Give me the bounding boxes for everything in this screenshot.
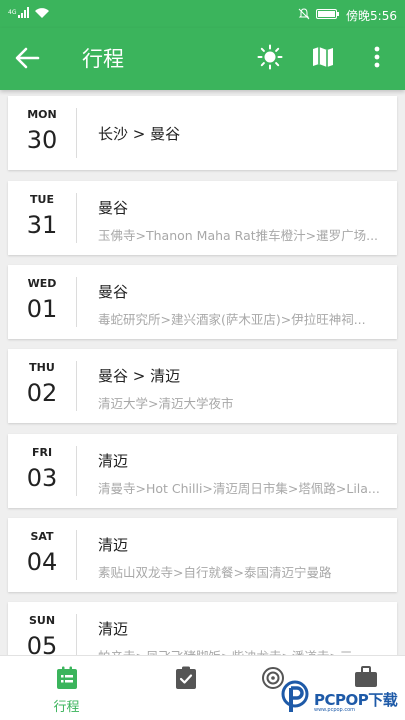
brightness-button[interactable] bbox=[253, 42, 287, 76]
day-card[interactable]: FRI 03 清迈 清曼寺>Hot Chilli>清迈周日市集>塔佩路>Lila… bbox=[8, 434, 397, 508]
date-block: THU 02 bbox=[8, 349, 76, 423]
date-block: TUE 31 bbox=[8, 181, 76, 255]
route-detail: 清迈大学>清迈大学夜市 bbox=[98, 396, 234, 411]
status-right: 傍晚5:56 bbox=[298, 7, 397, 24]
itinerary-list[interactable]: MON 30 长沙 > 曼谷 TUE 31 曼谷 玉佛寺>Thanon Maha… bbox=[0, 90, 405, 655]
more-button[interactable] bbox=[360, 42, 394, 76]
divider bbox=[76, 277, 77, 327]
day-number: 05 bbox=[26, 632, 58, 655]
day-number: 31 bbox=[26, 211, 58, 239]
mute-icon bbox=[298, 8, 310, 23]
route-detail: 毒蛇研究所>建兴酒家(萨木亚店)>伊拉旺神祠... bbox=[98, 312, 366, 327]
route-title: 曼谷 bbox=[98, 283, 129, 301]
route-title: 曼谷 bbox=[98, 199, 129, 217]
watermark-logo: PCPOP下载 www.pcpop.com bbox=[280, 680, 405, 718]
nav-item-checklist[interactable] bbox=[135, 656, 236, 720]
page-title: 行程 bbox=[82, 47, 124, 71]
divider bbox=[76, 193, 77, 243]
weekday: TUE bbox=[30, 193, 54, 206]
status-time: 傍晚5:56 bbox=[346, 9, 397, 23]
date-block: MON 30 bbox=[8, 96, 76, 170]
day-number: 01 bbox=[26, 295, 58, 323]
date-block: SAT 04 bbox=[8, 518, 76, 592]
route-title: 清迈 bbox=[98, 452, 129, 470]
weekday: SUN bbox=[28, 614, 56, 627]
day-card[interactable]: TUE 31 曼谷 玉佛寺>Thanon Maha Rat推车橙汁>暹罗广场..… bbox=[8, 181, 397, 255]
nav-label-itinerary: 行程 bbox=[53, 700, 80, 715]
status-bar: 4G 傍晚5:56 bbox=[0, 0, 405, 28]
day-card[interactable]: WED 01 曼谷 毒蛇研究所>建兴酒家(萨木亚店)>伊拉旺神祠... bbox=[8, 265, 397, 339]
wifi-icon bbox=[34, 7, 50, 22]
map-button[interactable] bbox=[306, 42, 340, 76]
day-number: 02 bbox=[26, 379, 58, 407]
day-number: 30 bbox=[26, 126, 58, 154]
day-card[interactable]: THU 02 曼谷 > 清迈 清迈大学>清迈大学夜市 bbox=[8, 349, 397, 423]
back-button[interactable] bbox=[14, 45, 48, 75]
day-number: 04 bbox=[26, 548, 58, 576]
route-detail: 帕辛寺>凤飞飞猪脚饭>柴迪龙寺>潘道寺>三... bbox=[98, 646, 388, 655]
date-block: WED 01 bbox=[8, 265, 76, 339]
route-detail: 素贴山双龙寺>自行就餐>泰国清迈宁曼路 bbox=[98, 565, 332, 580]
watermark-subtext: www.pcpop.com bbox=[314, 707, 355, 713]
route-title: 曼谷 > 清迈 bbox=[98, 367, 181, 385]
day-card[interactable]: MON 30 长沙 > 曼谷 bbox=[8, 96, 397, 170]
brightness-icon bbox=[257, 44, 283, 74]
itinerary-list-icon bbox=[56, 666, 78, 694]
nav-item-itinerary[interactable]: 行程 bbox=[16, 656, 117, 720]
pcpop-logo-icon bbox=[280, 680, 310, 718]
date-block: FRI 03 bbox=[8, 434, 76, 508]
checklist-icon bbox=[175, 666, 197, 694]
route-detail: 清曼寺>Hot Chilli>清迈周日市集>塔佩路>Lila... bbox=[98, 481, 380, 496]
arrow-left-icon bbox=[14, 47, 40, 75]
status-left: 4G bbox=[8, 7, 50, 22]
route-detail: 玉佛寺>Thanon Maha Rat推车橙汁>暹罗广场... bbox=[98, 228, 379, 243]
date-block: SUN 05 bbox=[8, 602, 76, 655]
svg-text:4G: 4G bbox=[8, 9, 17, 16]
divider bbox=[76, 446, 77, 496]
app-bar: 行程 bbox=[0, 28, 405, 90]
route-title: 清迈 bbox=[98, 620, 129, 638]
map-icon bbox=[311, 45, 335, 73]
divider bbox=[76, 614, 77, 655]
more-vertical-icon bbox=[374, 46, 380, 72]
divider bbox=[76, 361, 77, 411]
weekday: MON bbox=[27, 108, 57, 121]
route-title: 长沙 > 曼谷 bbox=[98, 125, 181, 143]
battery-icon bbox=[316, 8, 340, 23]
divider bbox=[76, 108, 77, 158]
weekday: THU bbox=[29, 361, 55, 374]
day-number: 03 bbox=[26, 464, 58, 492]
weekday: FRI bbox=[31, 446, 53, 459]
day-card[interactable]: SAT 04 清迈 素贴山双龙寺>自行就餐>泰国清迈宁曼路 bbox=[8, 518, 397, 592]
signal-icon: 4G bbox=[8, 7, 30, 22]
weekday: WED bbox=[27, 277, 57, 290]
day-card[interactable]: SUN 05 清迈 帕辛寺>凤飞飞猪脚饭>柴迪龙寺>潘道寺>三... bbox=[8, 602, 397, 655]
weekday: SAT bbox=[30, 530, 54, 543]
route-title: 清迈 bbox=[98, 536, 129, 554]
divider bbox=[76, 530, 77, 580]
